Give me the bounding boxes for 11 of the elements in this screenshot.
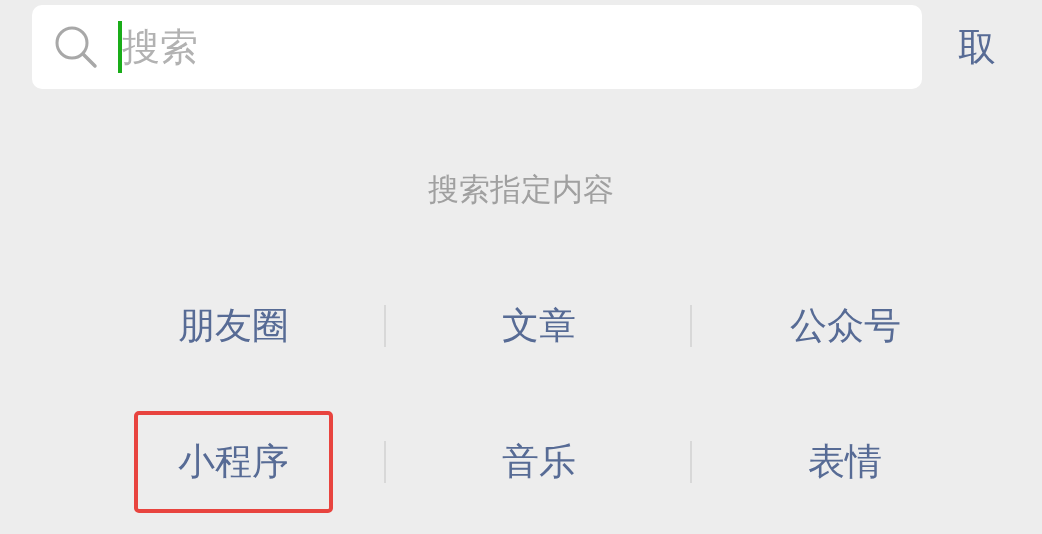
search-category[interactable]: 音乐 [458,411,620,513]
search-field[interactable]: 搜索 [32,5,922,89]
cancel-link[interactable]: 取 [958,21,996,73]
search-category[interactable]: 朋友圈 [133,275,333,377]
search-category[interactable]: 公众号 [745,275,945,377]
search-input[interactable]: 搜索 [122,25,822,69]
search-category[interactable]: 小程序 [133,411,333,513]
search-category[interactable]: 文章 [458,275,620,377]
section-title: 搜索指定内容 [427,170,615,209]
search-category[interactable]: 表情 [764,411,926,513]
search-icon [54,25,98,69]
